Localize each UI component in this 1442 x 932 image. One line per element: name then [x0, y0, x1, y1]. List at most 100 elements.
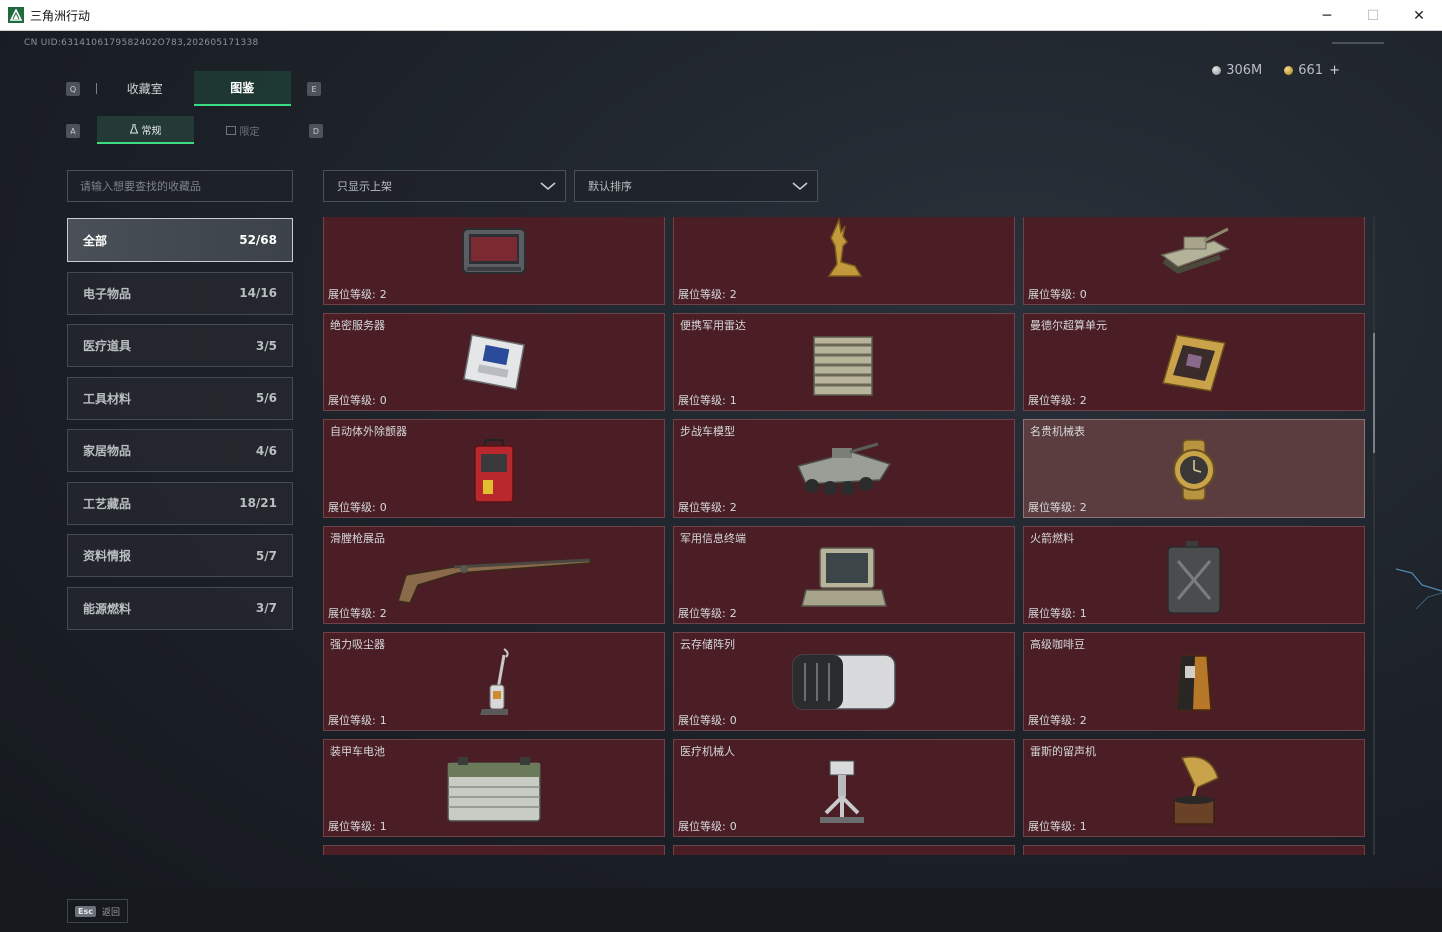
close-button[interactable]: ✕	[1396, 0, 1442, 31]
item-name: 步战车模型	[680, 425, 735, 438]
collection-card[interactable]: 便携军用雷达 展位等级: 1	[673, 312, 1015, 411]
esc-key-icon: Esc	[75, 905, 96, 917]
collection-card[interactable]: 军用信息终端 展位等级: 2	[673, 525, 1015, 624]
level-label: 展位等级:	[678, 500, 726, 514]
level-label: 展位等级:	[678, 820, 726, 833]
cpu-unit-icon	[1162, 333, 1226, 392]
level-label: 展位等级:	[1028, 287, 1076, 301]
category-count: 3/7	[255, 601, 277, 615]
sort-dropdown[interactable]: 默认排序	[574, 170, 818, 202]
item-level: 展位等级: 0	[678, 712, 737, 728]
category-household[interactable]: 家居物品 4/6	[67, 429, 293, 472]
gold-coin-icon	[1284, 66, 1294, 75]
level-value: 2	[379, 287, 387, 301]
defibrillator-icon	[474, 439, 514, 503]
collection-grid-viewport[interactable]: 展位等级: 2 展位等级: 2 展位等级: 0 绝密服务器 展位等级: 0 便携军用雷达	[323, 217, 1373, 855]
level-label: 展位等级:	[1028, 394, 1076, 407]
collection-card-partial[interactable]	[1023, 845, 1365, 855]
category-label: 家居物品	[83, 444, 132, 458]
category-label: 工艺藏品	[83, 496, 132, 511]
grid-scrollbar-thumb[interactable]	[1373, 333, 1375, 453]
level-label: 展位等级:	[328, 820, 376, 833]
level-value: 2	[1079, 500, 1087, 514]
collection-card[interactable]: 步战车模型 展位等级: 2	[673, 419, 1015, 518]
category-intel[interactable]: 资料情报 5/7	[67, 534, 293, 577]
bottom-bar: Esc 返回	[0, 888, 1442, 932]
category-electronics[interactable]: 电子物品 14/16	[67, 271, 293, 315]
window-title: 三角洲行动	[30, 8, 91, 23]
collection-card[interactable]: 自动体外除颤器 展位等级: 0	[323, 419, 665, 518]
subtab-limited-label: 限定	[239, 126, 260, 138]
subtab-limited[interactable]: 限定	[194, 116, 291, 144]
grid-scrollbar-track[interactable]	[1373, 217, 1375, 855]
item-level: 展位等级: 1	[1028, 605, 1087, 621]
category-all[interactable]: 全部 52/68	[67, 218, 293, 262]
main-tabs: 收藏室 图鉴	[96, 71, 291, 106]
level-label: 展位等级:	[328, 500, 376, 514]
item-level: 展位等级: 1	[328, 712, 387, 728]
silver-currency: 306M	[1212, 63, 1262, 78]
chevron-down-icon	[792, 182, 808, 191]
item-level: 展位等级: 2	[328, 286, 387, 302]
gold-amount: 661	[1298, 63, 1324, 78]
collection-grid: 展位等级: 2 展位等级: 2 展位等级: 0 绝密服务器 展位等级: 0 便携军用雷达	[323, 217, 1365, 855]
level-label: 展位等级:	[1028, 713, 1076, 727]
collection-card[interactable]: 展位等级: 2	[673, 217, 1015, 305]
collection-card[interactable]: 雷斯的留声机 展位等级: 1	[1023, 738, 1365, 837]
collection-card[interactable]: 曼德尔超算单元 展位等级: 2	[1023, 312, 1365, 411]
level-value: 2	[729, 607, 737, 620]
game-screen: CN UID:6314106179582402O783,202605171338…	[0, 31, 1442, 932]
level-value: 2	[1079, 713, 1087, 727]
item-name: 云存储阵列	[680, 638, 735, 651]
search-input[interactable]: 请输入想要查找的收藏品	[67, 170, 293, 202]
flask-icon	[129, 124, 138, 134]
add-currency-button[interactable]: +	[1329, 63, 1340, 78]
collection-card[interactable]: 火箭燃料 展位等级: 1	[1023, 525, 1365, 624]
item-level: 展位等级: 2	[678, 499, 737, 515]
vacuum-icon	[480, 648, 509, 716]
display-filter-value: 只显示上架	[337, 180, 392, 193]
storage-array-icon	[792, 654, 896, 710]
collection-card[interactable]: 强力吸尘器 展位等级: 1	[323, 632, 665, 731]
collection-card[interactable]: 滑膛枪展品 展位等级: 2	[323, 525, 665, 624]
collection-card[interactable]: 展位等级: 0	[1023, 217, 1365, 305]
ifv-model-icon	[796, 442, 892, 496]
category-crafts[interactable]: 工艺藏品 18/21	[67, 481, 293, 525]
item-level: 展位等级: 2	[328, 605, 387, 621]
item-level: 展位等级: 0	[328, 499, 387, 515]
collection-card-partial[interactable]	[323, 845, 665, 855]
tab-collection-room[interactable]: 收藏室	[96, 71, 194, 106]
level-label: 展位等级:	[328, 394, 376, 407]
back-button[interactable]: Esc 返回	[67, 899, 128, 923]
tab-codex[interactable]: 图鉴	[193, 71, 291, 106]
collection-card-partial[interactable]	[673, 845, 1015, 855]
collection-card[interactable]: 医疗机械人 展位等级: 0	[673, 738, 1015, 837]
collection-card[interactable]: 云存储阵列 展位等级: 0	[673, 632, 1015, 731]
level-label: 展位等级:	[328, 287, 376, 301]
item-name: 绝密服务器	[330, 318, 385, 332]
level-value: 1	[379, 820, 387, 833]
item-level: 展位等级: 0	[328, 392, 387, 408]
category-energy[interactable]: 能源燃料 3/7	[67, 586, 293, 630]
subtab-regular[interactable]: 常规	[97, 116, 194, 144]
item-name: 火箭燃料	[1030, 531, 1074, 545]
level-label: 展位等级:	[678, 287, 726, 301]
display-filter-dropdown[interactable]: 只显示上架	[323, 170, 566, 202]
collection-card[interactable]: 名贵机械表 展位等级: 2	[1023, 419, 1365, 518]
collection-card[interactable]: 高级咖啡豆 展位等级: 2	[1023, 632, 1365, 731]
category-count: 5/6	[255, 391, 277, 405]
back-label: 返回	[101, 907, 120, 918]
maximize-button[interactable]: ☐	[1350, 0, 1396, 31]
collection-card[interactable]: 装甲车电池 展位等级: 1	[323, 738, 665, 837]
category-medical[interactable]: 医疗道具 3/5	[67, 324, 293, 367]
category-tools[interactable]: 工具材料 5/6	[67, 376, 293, 420]
app-logo-icon	[8, 7, 24, 23]
musket-icon	[397, 557, 591, 604]
minimize-button[interactable]: ─	[1304, 0, 1350, 31]
server-icon	[463, 333, 525, 390]
collection-card[interactable]: 绝密服务器 展位等级: 0	[323, 312, 665, 411]
collection-card[interactable]: 展位等级: 2	[323, 217, 665, 305]
coffee-bag-icon	[1176, 655, 1212, 711]
item-level: 展位等级: 2	[678, 286, 737, 302]
item-level: 展位等级: 0	[1028, 286, 1087, 302]
